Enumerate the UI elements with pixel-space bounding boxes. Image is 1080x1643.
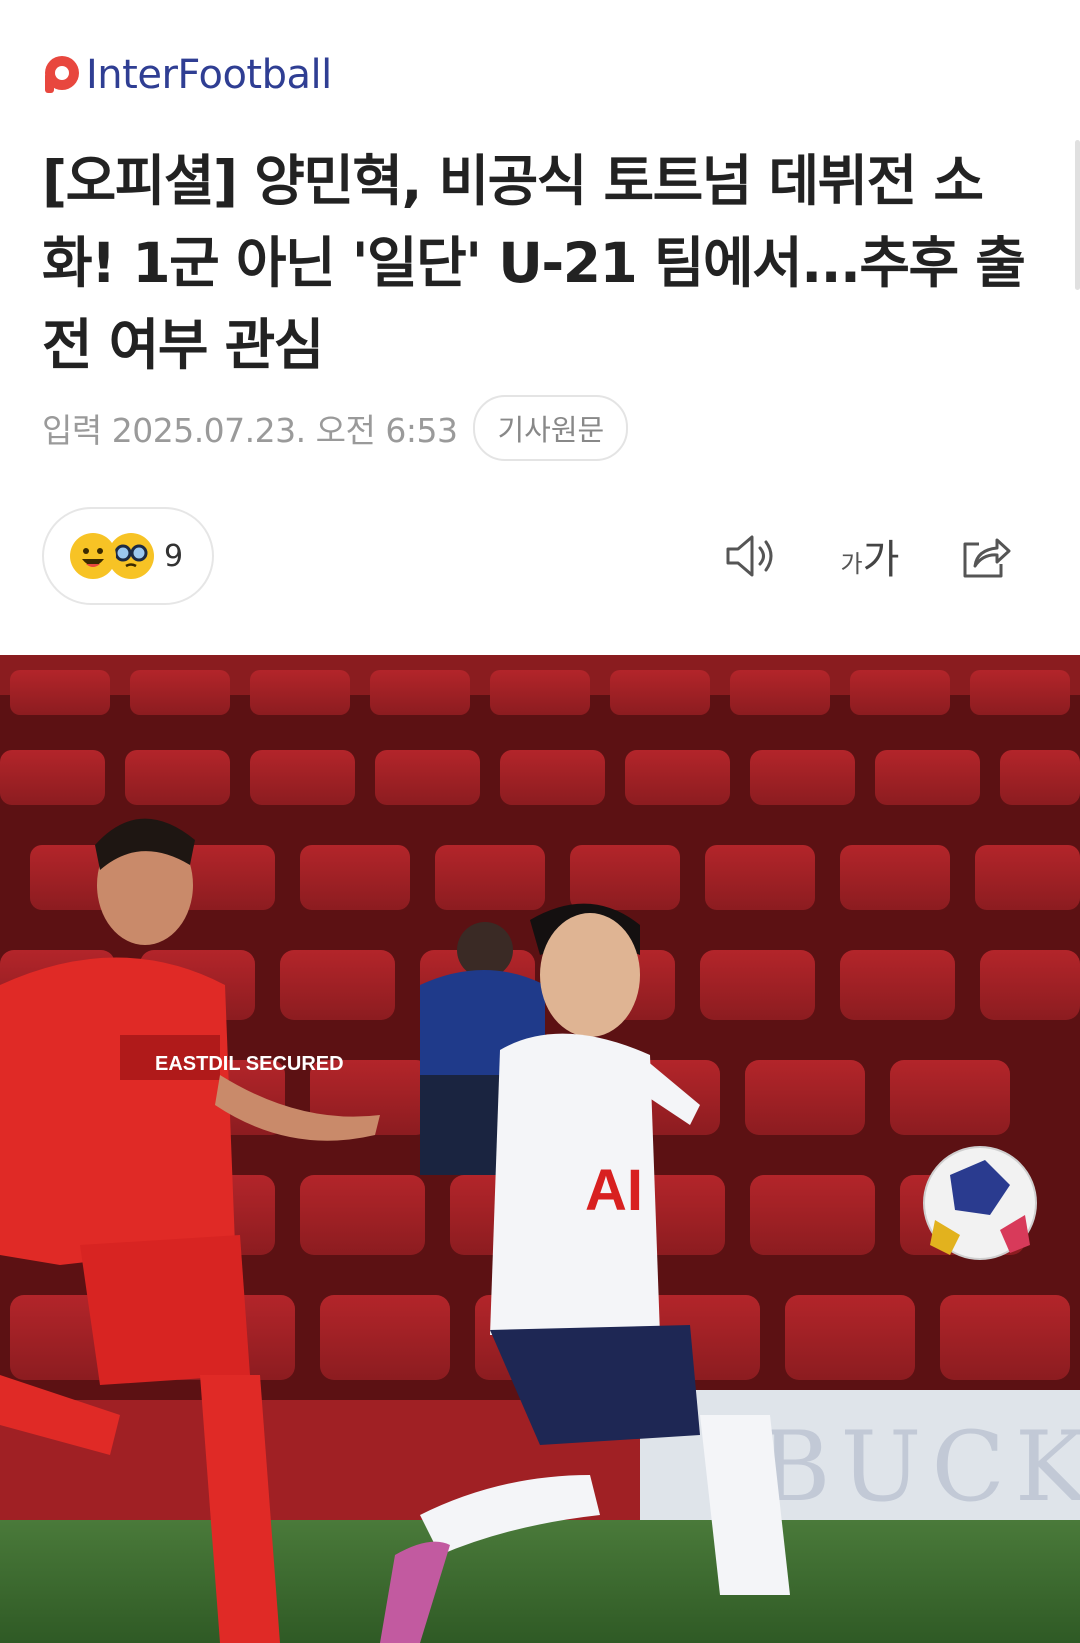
share-icon bbox=[963, 538, 1011, 578]
font-size-button[interactable]: 가 가 bbox=[835, 525, 905, 587]
share-button[interactable] bbox=[955, 525, 1015, 587]
reaction-count: 9 bbox=[164, 538, 184, 574]
site-header[interactable]: InterFootball bbox=[42, 50, 332, 100]
logo-text: InterFootball bbox=[86, 52, 332, 98]
shirt-sponsor: EASTDIL SECURED bbox=[155, 1053, 344, 1075]
audio-button[interactable] bbox=[720, 525, 780, 587]
speaker-icon bbox=[726, 535, 773, 577]
article-title: [오피셜] 양민혁, 비공식 토트넘 데뷔전 소화! 1군 아닌 '일단' U-… bbox=[42, 149, 1026, 377]
match-photo-illustration: BUCK EASTDIL SECURED AI bbox=[0, 655, 1080, 1643]
article-meta: 입력 2025.07.23. 오전 6:53 기사원문 bbox=[42, 393, 629, 463]
logo-icon bbox=[45, 56, 79, 93]
font-large-label: 가 bbox=[862, 537, 900, 583]
scrollbar[interactable] bbox=[1075, 140, 1080, 290]
shirt-text: AI bbox=[585, 1158, 643, 1223]
article-photo: BUCK EASTDIL SECURED AI bbox=[0, 655, 1080, 1643]
article-toolbar: 가 가 bbox=[720, 525, 1020, 587]
original-article-button[interactable]: 기사원문 bbox=[473, 395, 629, 461]
board-text: BUCK bbox=[760, 1411, 1080, 1523]
font-small-label: 가 bbox=[840, 549, 863, 578]
football bbox=[923, 1146, 1037, 1260]
publish-date: 입력 2025.07.23. 오전 6:53 bbox=[42, 411, 458, 450]
smile-emoji-icon bbox=[70, 533, 116, 579]
reaction-button[interactable]: 9 bbox=[42, 507, 214, 605]
